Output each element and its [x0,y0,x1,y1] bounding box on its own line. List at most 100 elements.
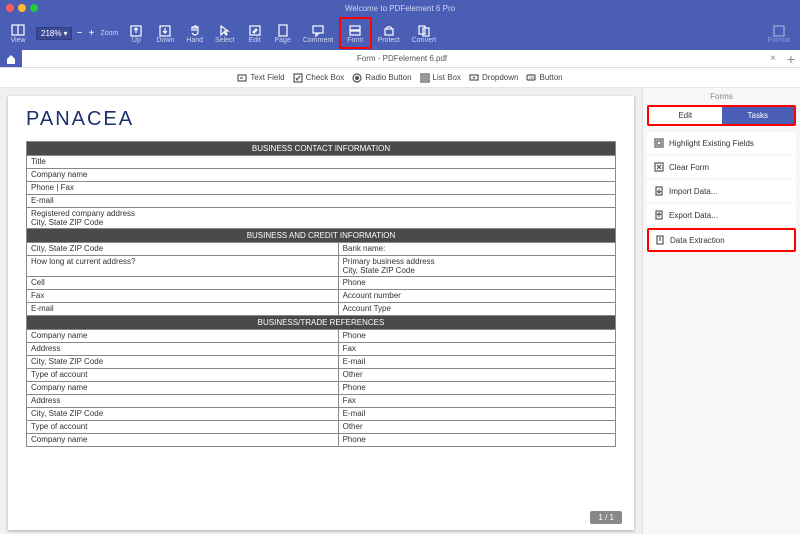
zoom-value-dropdown[interactable]: 218%▾ [36,27,72,40]
down-icon [157,23,173,37]
table-cell: Phone [338,434,615,447]
app-title: Welcome to PDFelement 6 Pro [0,4,800,13]
tasks-list: Highlight Existing Fields Clear Form Imp… [643,126,800,260]
table-cell: Other [338,369,615,382]
check-box-tool[interactable]: Check Box [293,73,345,83]
table-cell: Account number [338,290,615,303]
table-cell: Title [27,156,616,169]
page-number-indicator[interactable]: 1 / 1 [590,511,622,524]
table-cell: Address [27,343,339,356]
close-tab-button[interactable]: × [770,53,776,64]
table-cell: Company name [27,169,616,182]
form-button[interactable]: Form [339,17,371,49]
view-icon [10,23,26,37]
table-cell: Phone [338,330,615,343]
import-data-task[interactable]: Import Data... [647,180,796,202]
table-cell: Phone [338,382,615,395]
extract-icon [655,235,665,245]
protect-icon [381,23,397,37]
list-box-tool[interactable]: List Box [420,73,461,83]
select-button[interactable]: Select [209,17,240,49]
table-cell: Company name [27,434,339,447]
export-data-task[interactable]: Export Data... [647,204,796,226]
tab-strip: Form - PDFelement 6.pdf× + [0,50,800,68]
new-tab-button[interactable]: + [782,50,800,67]
table-cell: Phone [338,277,615,290]
table-cell: Bank name: [338,243,615,256]
clear-form-task[interactable]: Clear Form [647,156,796,178]
button-tool[interactable]: OKButton [526,73,562,83]
table-cell: City, State ZIP Code [27,356,339,369]
table-cell: Fax [338,343,615,356]
hand-button[interactable]: Hand [180,17,209,49]
chevron-down-icon: ▾ [63,29,67,38]
dropdown-tool[interactable]: Dropdown [469,73,518,83]
up-button[interactable]: Up [122,17,150,49]
import-icon [654,186,664,196]
clear-icon [654,162,664,172]
window-titlebar: Welcome to PDFelement 6 Pro [0,0,800,16]
edit-icon [247,23,263,37]
table-cell: Company name [27,382,339,395]
side-panel: Forms Edit Tasks Highlight Existing Fiel… [642,88,800,534]
convert-button[interactable]: Convert [406,17,443,49]
table-cell: E-mail [27,195,616,208]
view-button[interactable]: View [4,17,32,49]
table-cell: Account Type [338,303,615,316]
zoom-control: 218%▾ − + Zoom [32,27,122,40]
page-icon [275,23,291,37]
table-cell: Phone | Fax [27,182,616,195]
form-table: BUSINESS CONTACT INFORMATION Title Compa… [26,141,616,447]
zoom-in-button[interactable]: + [86,28,96,39]
section-header: BUSINESS CONTACT INFORMATION [27,142,616,156]
down-button[interactable]: Down [150,17,180,49]
text-field-tool[interactable]: Text Field [237,73,284,83]
table-cell: Address [27,395,339,408]
export-icon [654,210,664,220]
check-box-icon [293,73,303,83]
section-header: BUSINESS/TRADE REFERENCES [27,316,616,330]
radio-button-tool[interactable]: Radio Button [352,73,411,83]
document-canvas[interactable]: PANACEA BUSINESS CONTACT INFORMATION Tit… [0,88,642,534]
document-tab[interactable]: Form - PDFelement 6.pdf× [22,50,782,67]
edit-button[interactable]: Edit [241,17,269,49]
table-cell: E-mail [27,303,339,316]
format-button[interactable]: Format [762,17,796,49]
dropdown-icon [469,73,479,83]
table-cell: Other [338,421,615,434]
table-cell: How long at current address? [27,256,339,277]
protect-button[interactable]: Protect [372,17,406,49]
pdf-page: PANACEA BUSINESS CONTACT INFORMATION Tit… [8,96,634,530]
up-icon [128,23,144,37]
select-icon [217,23,233,37]
main-toolbar: View 218%▾ − + Zoom Up Down Hand Select … [0,16,800,50]
table-cell: Cell [27,277,339,290]
list-box-icon [420,73,430,83]
zoom-label: Zoom [100,30,118,37]
form-icon [347,23,363,37]
tasks-tab[interactable]: Tasks [722,107,795,124]
table-cell: Type of account [27,369,339,382]
table-cell: Registered company address City, State Z… [27,208,616,229]
home-icon [5,53,17,65]
form-field-toolbar: Text Field Check Box Radio Button List B… [0,68,800,88]
table-cell: City, State ZIP Code [27,408,339,421]
highlight-fields-task[interactable]: Highlight Existing Fields [647,132,796,154]
format-icon [771,23,787,37]
radio-button-icon [352,73,362,83]
data-extraction-task[interactable]: Data Extraction [647,228,796,252]
highlight-icon [654,138,664,148]
home-tab[interactable] [0,50,22,67]
table-cell: Fax [338,395,615,408]
side-panel-tabs: Edit Tasks [647,105,796,126]
table-cell: E-mail [338,356,615,369]
table-cell: Primary business address City, State ZIP… [338,256,615,277]
page-button[interactable]: Page [269,17,297,49]
text-field-icon [237,73,247,83]
edit-tab[interactable]: Edit [649,107,722,124]
comment-button[interactable]: Comment [297,17,339,49]
hand-icon [187,23,203,37]
table-cell: Type of account [27,421,339,434]
main-area: PANACEA BUSINESS CONTACT INFORMATION Tit… [0,88,800,534]
zoom-out-button[interactable]: − [74,28,84,39]
